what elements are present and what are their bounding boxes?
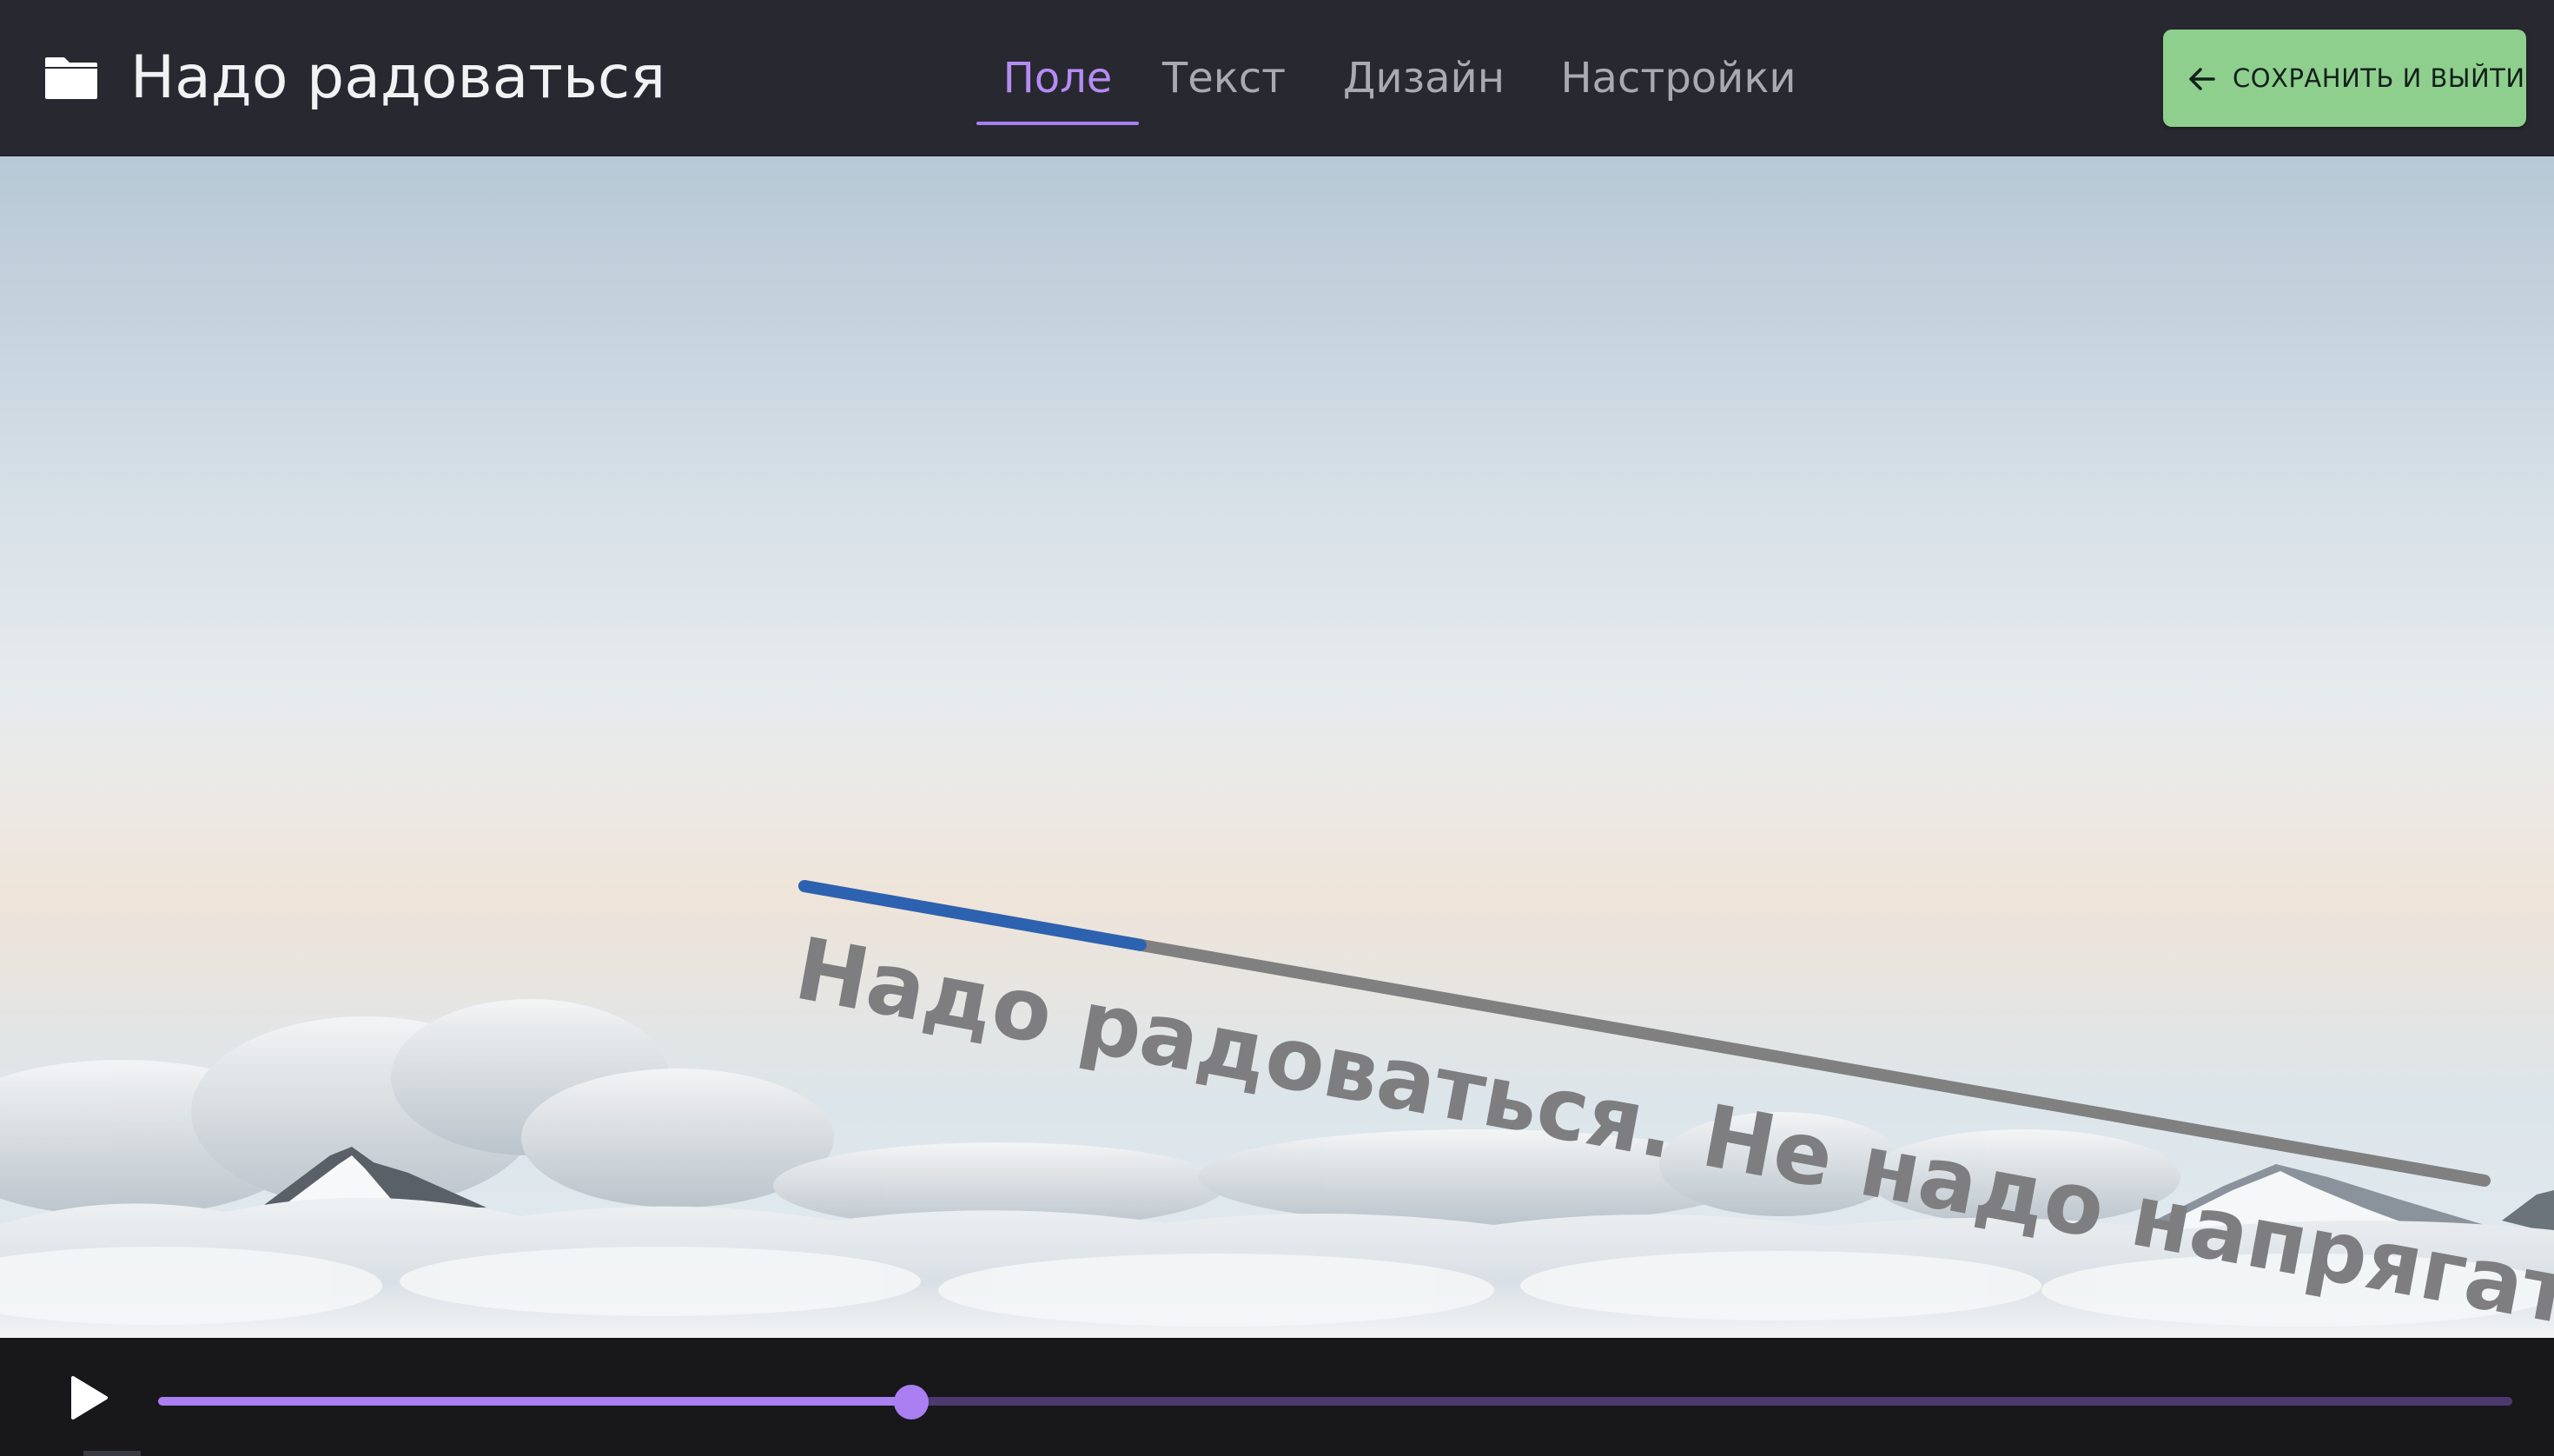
top-bar: Надо радоваться Поле Текст Дизайн Настро… [0, 0, 2554, 156]
timeline-handle[interactable] [894, 1385, 930, 1420]
timeline-progress [158, 1397, 912, 1406]
active-tab-indicator [976, 122, 1139, 125]
preview-canvas[interactable]: Надо радоваться. Не надо напрягаться. [0, 156, 2554, 1338]
folder-icon[interactable] [43, 56, 99, 101]
play-icon[interactable] [68, 1374, 109, 1421]
arrow-left-icon [2189, 68, 2215, 90]
tab-design[interactable]: Дизайн [1333, 38, 1515, 118]
tab-pole[interactable]: Поле [976, 38, 1139, 118]
save-and-exit-label: СОХРАНИТЬ И ВЫЙТИ [2233, 63, 2525, 93]
tab-settings[interactable]: Настройки [1548, 38, 1809, 118]
sky-background-image [0, 999, 2554, 1338]
document-title: Надо радоваться [130, 43, 666, 112]
save-and-exit-button[interactable]: СОХРАНИТЬ И ВЫЙТИ [2163, 30, 2526, 127]
bottom-edge-marker [83, 1451, 141, 1456]
timeline-slider[interactable] [158, 1385, 2512, 1420]
tab-text[interactable]: Текст [1159, 38, 1289, 118]
